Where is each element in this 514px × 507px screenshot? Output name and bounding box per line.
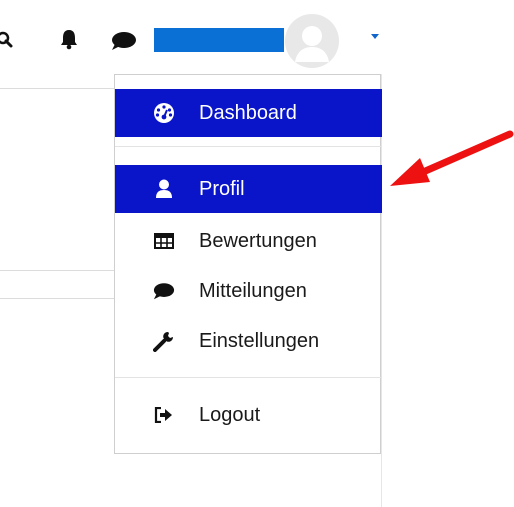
user-dropdown-menu: Dashboard Profil Bewertungen Mitteilunge… bbox=[114, 74, 382, 454]
chat-icon[interactable] bbox=[110, 30, 138, 52]
menu-item-einstellungen[interactable]: Einstellungen bbox=[115, 317, 382, 365]
menu-item-label: Logout bbox=[199, 403, 261, 426]
user-icon bbox=[153, 178, 175, 200]
menu-item-label: Einstellungen bbox=[199, 329, 320, 352]
menu-item-dashboard[interactable]: Dashboard bbox=[115, 89, 382, 137]
logout-icon bbox=[153, 404, 175, 426]
chevron-down-icon[interactable] bbox=[371, 34, 379, 39]
content-divider bbox=[0, 298, 114, 299]
menu-divider bbox=[115, 377, 382, 378]
speech-bubble-icon bbox=[153, 280, 175, 302]
search-icon[interactable] bbox=[0, 30, 16, 50]
content-divider bbox=[0, 270, 114, 271]
menu-divider bbox=[115, 146, 382, 147]
annotation-arrow-icon bbox=[390, 130, 514, 186]
navbar bbox=[0, 0, 400, 74]
menu-item-logout[interactable]: Logout bbox=[115, 391, 382, 439]
menu-item-label: Mitteilungen bbox=[199, 279, 307, 302]
menu-item-bewertungen[interactable]: Bewertungen bbox=[115, 217, 382, 265]
menu-item-mitteilungen[interactable]: Mitteilungen bbox=[115, 267, 382, 315]
content-divider bbox=[0, 88, 114, 89]
avatar[interactable] bbox=[285, 14, 339, 68]
menu-item-label: Bewertungen bbox=[199, 229, 317, 252]
bell-icon[interactable] bbox=[58, 28, 80, 50]
menu-item-profil[interactable]: Profil bbox=[115, 165, 382, 213]
menu-item-label: Profil bbox=[199, 177, 245, 200]
user-name-redacted[interactable] bbox=[154, 28, 284, 52]
wrench-icon bbox=[153, 330, 175, 352]
table-icon bbox=[153, 230, 175, 252]
avatar-placeholder-icon bbox=[295, 26, 329, 62]
dashboard-icon bbox=[153, 102, 175, 124]
menu-item-label: Dashboard bbox=[199, 101, 297, 124]
